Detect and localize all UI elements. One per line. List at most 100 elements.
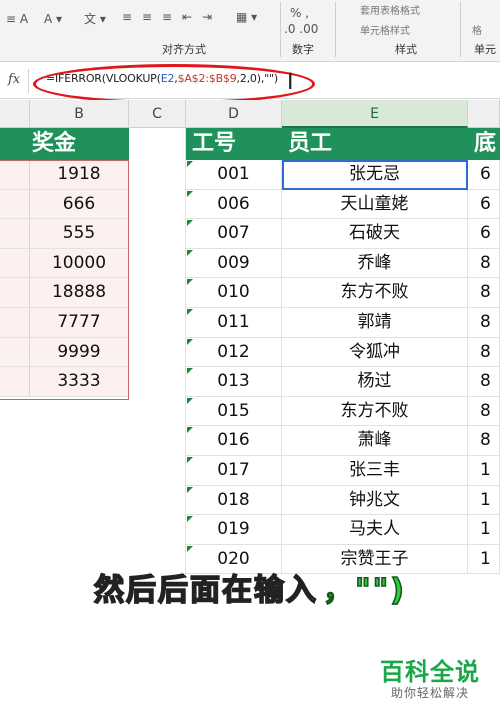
watermark-logo: 百科全说 助你轻松解决 bbox=[370, 652, 490, 704]
employee-id-text: 011 bbox=[217, 312, 250, 332]
header-cell[interactable] bbox=[0, 128, 30, 160]
base-salary-cell[interactable]: 1 bbox=[468, 515, 500, 545]
subtitle-text: 然后后面在输入 bbox=[93, 572, 318, 609]
column-header-f[interactable] bbox=[468, 100, 500, 128]
cell-style-button[interactable]: 单元格样式 bbox=[360, 22, 410, 37]
error-indicator-icon bbox=[187, 190, 193, 197]
column-header-d[interactable]: D bbox=[186, 100, 282, 128]
column-header-e[interactable]: E bbox=[282, 100, 468, 128]
employee-id-cell[interactable]: 001 bbox=[186, 160, 282, 190]
employee-id-cell[interactable]: 011 bbox=[186, 308, 282, 338]
base-salary-cell[interactable]: 1 bbox=[468, 485, 500, 516]
error-indicator-icon bbox=[187, 249, 193, 256]
column-header-c[interactable]: C bbox=[129, 100, 186, 128]
subtitle-quotes: ，"") bbox=[322, 572, 407, 609]
employee-name-cell[interactable]: 东方不败 bbox=[282, 278, 468, 308]
employee-name-cell[interactable]: 令狐冲 bbox=[282, 337, 468, 368]
phonetic-icon[interactable]: 文 ▾ bbox=[84, 12, 106, 26]
base-salary-cell[interactable]: 6 bbox=[468, 160, 500, 190]
ribbon-separator bbox=[460, 2, 461, 57]
error-indicator-icon bbox=[187, 161, 193, 167]
base-salary-cell[interactable]: 1 bbox=[468, 456, 500, 486]
percent-icon[interactable]: % , bbox=[290, 6, 309, 20]
employee-id-text: 012 bbox=[217, 341, 250, 362]
formula-bar-divider bbox=[28, 69, 29, 93]
employee-id-cell[interactable]: 010 bbox=[186, 278, 282, 308]
align-center-icon[interactable]: ≡ bbox=[142, 10, 152, 24]
error-indicator-icon bbox=[187, 486, 193, 493]
employee-id-cell[interactable]: 007 bbox=[186, 219, 282, 249]
group-label-alignment: 对齐方式 bbox=[162, 43, 206, 56]
error-indicator-icon bbox=[187, 309, 193, 315]
base-salary-cell[interactable]: 8 bbox=[468, 337, 500, 368]
employee-id-cell[interactable]: 017 bbox=[186, 456, 282, 486]
employee-name-cell[interactable]: 石破天 bbox=[282, 219, 468, 249]
employee-id-text: 018 bbox=[217, 489, 250, 510]
employee-id-cell[interactable]: 013 bbox=[186, 367, 282, 397]
name-header[interactable]: 员工 bbox=[282, 128, 468, 160]
employee-id-text: 013 bbox=[217, 371, 250, 392]
align-left-icon[interactable]: ≡ bbox=[122, 10, 132, 24]
base-salary-cell[interactable]: 8 bbox=[468, 248, 500, 279]
employee-id-cell[interactable]: 009 bbox=[186, 248, 282, 279]
error-indicator-icon bbox=[187, 397, 193, 404]
id-header-label: 工号 bbox=[192, 131, 237, 156]
error-indicator-icon bbox=[187, 220, 193, 227]
merge-center-icon[interactable]: ▦ ▾ bbox=[236, 10, 257, 24]
highlight-ellipse bbox=[33, 64, 315, 104]
employee-name-cell[interactable]: 杨过 bbox=[282, 367, 468, 397]
text-cursor-icon: I bbox=[287, 70, 294, 95]
employee-id-cell[interactable]: 012 bbox=[186, 337, 282, 368]
employee-id-cell[interactable]: 006 bbox=[186, 189, 282, 220]
decimal-icon[interactable]: .0 .00 bbox=[284, 22, 318, 36]
base-salary-cell[interactable]: 8 bbox=[468, 426, 500, 456]
active-cell-e2[interactable]: 张无忌 bbox=[282, 160, 468, 190]
employee-id-text: 016 bbox=[217, 430, 250, 451]
employee-name-cell[interactable]: 郭靖 bbox=[282, 308, 468, 338]
fx-icon[interactable]: fx bbox=[8, 72, 20, 87]
bonus-header[interactable]: 奖金 bbox=[30, 128, 129, 160]
base-salary-cell[interactable]: 6 bbox=[468, 219, 500, 249]
column-header-a[interactable] bbox=[0, 100, 30, 128]
ribbon-separator bbox=[335, 2, 336, 57]
column-header-b[interactable]: B bbox=[30, 100, 129, 128]
employee-id-cell[interactable]: 015 bbox=[186, 396, 282, 427]
name-header-label: 员工 bbox=[288, 131, 333, 156]
error-indicator-icon bbox=[187, 279, 193, 286]
employee-name-cell[interactable]: 天山童姥 bbox=[282, 189, 468, 220]
base-salary-cell[interactable]: 8 bbox=[468, 367, 500, 397]
bonus-header-label: 奖金 bbox=[32, 131, 77, 156]
column-c-empty[interactable] bbox=[129, 128, 186, 580]
employee-name-cell[interactable]: 张三丰 bbox=[282, 456, 468, 486]
employee-name-cell[interactable]: 钟兆文 bbox=[282, 485, 468, 516]
table-format-button[interactable]: 套用表格格式 bbox=[360, 2, 420, 17]
id-header[interactable]: 工号 bbox=[186, 128, 282, 160]
employee-id-text: 010 bbox=[217, 282, 250, 303]
base-salary-cell[interactable]: 8 bbox=[468, 396, 500, 427]
align-right-icon[interactable]: ≡ bbox=[162, 10, 172, 24]
employee-id-cell[interactable]: 019 bbox=[186, 515, 282, 545]
watermark-title: 百科全说 bbox=[380, 658, 480, 686]
format-button[interactable]: 格 bbox=[472, 22, 482, 37]
vlookup-range-highlight bbox=[0, 160, 129, 400]
ribbon-separator bbox=[280, 2, 281, 57]
base-salary-cell[interactable]: 6 bbox=[468, 189, 500, 220]
employee-id-cell[interactable]: 018 bbox=[186, 485, 282, 516]
extra-header-label: 底 bbox=[474, 131, 497, 156]
employee-id-text: 015 bbox=[217, 400, 250, 421]
employee-name-cell[interactable]: 萧峰 bbox=[282, 426, 468, 456]
employee-name-cell[interactable]: 乔峰 bbox=[282, 248, 468, 279]
base-salary-cell[interactable]: 8 bbox=[468, 308, 500, 338]
error-indicator-icon bbox=[187, 368, 193, 375]
column-headers: B C D E bbox=[0, 100, 500, 128]
indent-decrease-icon[interactable]: ⇤ bbox=[182, 10, 192, 24]
employee-name-cell[interactable]: 马夫人 bbox=[282, 515, 468, 545]
employee-id-cell[interactable]: 016 bbox=[186, 426, 282, 456]
font-color-icon[interactable]: A ▾ bbox=[44, 12, 62, 26]
employee-name-cell[interactable]: 东方不败 bbox=[282, 396, 468, 427]
base-salary-cell[interactable]: 8 bbox=[468, 278, 500, 308]
extra-header[interactable]: 底 bbox=[468, 128, 500, 160]
employee-id-text: 006 bbox=[217, 193, 250, 214]
font-size-icon[interactable]: ≡ A bbox=[6, 12, 28, 26]
indent-increase-icon[interactable]: ⇥ bbox=[202, 10, 212, 24]
